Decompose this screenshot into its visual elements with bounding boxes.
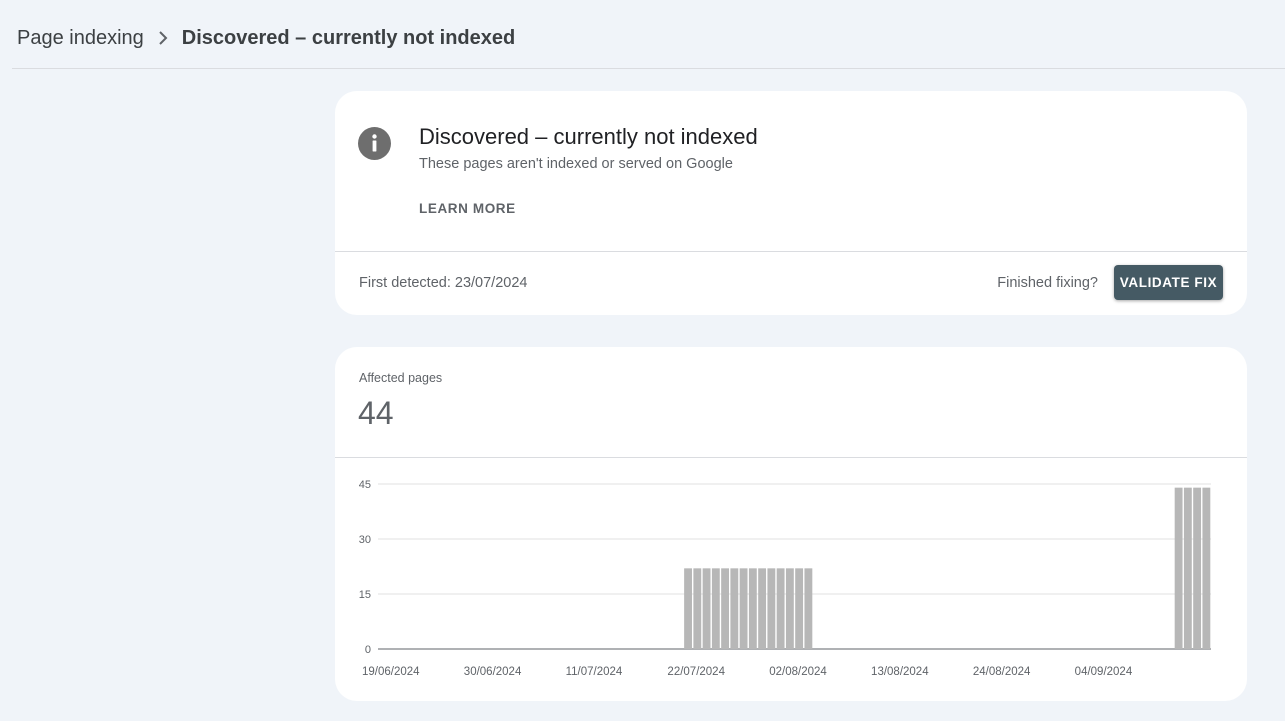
chart-bar — [748, 568, 757, 649]
chart-bar — [795, 568, 804, 649]
chart-bar — [684, 568, 692, 649]
y-tick-label: 45 — [359, 479, 371, 491]
info-icon — [358, 127, 391, 160]
chart-bar — [1202, 487, 1211, 649]
y-tick-label: 15 — [359, 589, 371, 601]
validate-fix-button[interactable]: VALIDATE FIX — [1114, 265, 1223, 300]
y-tick-label: 30 — [359, 534, 371, 546]
chart-bar — [730, 568, 739, 649]
first-detected-text: First detected: 23/07/2024 — [359, 275, 528, 291]
issue-subtitle: These pages aren't indexed or served on … — [419, 156, 733, 172]
issue-details-card: Discovered – currently not indexed These… — [335, 91, 1247, 315]
breadcrumb: Page indexing Discovered – currently not… — [17, 24, 515, 52]
x-tick-label: 30/06/2024 — [464, 666, 522, 678]
chart-bar — [711, 568, 720, 649]
chart-bar — [804, 568, 813, 649]
finished-fixing-text: Finished fixing? — [997, 275, 1098, 291]
breadcrumb-page-indexing[interactable]: Page indexing — [17, 27, 144, 50]
issue-title: Discovered – currently not indexed — [419, 124, 758, 149]
chart-bar — [739, 568, 748, 649]
breadcrumb-current-page: Discovered – currently not indexed — [181, 26, 516, 49]
x-tick-label: 02/08/2024 — [769, 666, 827, 678]
chart-bar — [767, 568, 776, 649]
chart-bar — [785, 568, 794, 649]
x-tick-label: 19/06/2024 — [362, 666, 420, 678]
affected-pages-chart: 0 15 30 45 19/06/2024 30/06/2024 11/07/2024 22/… — [359, 479, 1211, 678]
chevron-right-icon — [158, 31, 168, 45]
x-tick-label: 04/09/2024 — [1075, 666, 1133, 678]
chart-bar — [758, 568, 767, 649]
x-tick-label: 13/08/2024 — [871, 666, 929, 678]
learn-more-link[interactable]: LEARN MORE — [419, 201, 516, 216]
x-tick-label: 22/07/2024 — [667, 666, 725, 678]
chart-bar — [776, 568, 785, 649]
x-tick-label: 24/08/2024 — [973, 666, 1031, 678]
y-tick-label: 0 — [365, 644, 371, 656]
chart-bar — [702, 568, 711, 649]
chart-bar — [1183, 487, 1192, 649]
chart-bar — [721, 568, 730, 649]
affected-pages-card: Affected pages 44 0 15 30 45 19/06/2024 30/06… — [335, 347, 1247, 701]
chart-bar — [1193, 487, 1202, 649]
card-divider — [335, 251, 1247, 252]
chart-bar — [1174, 487, 1183, 649]
x-tick-label: 11/07/2024 — [566, 666, 623, 678]
chart-bar — [693, 568, 702, 649]
header-divider — [12, 68, 1285, 69]
